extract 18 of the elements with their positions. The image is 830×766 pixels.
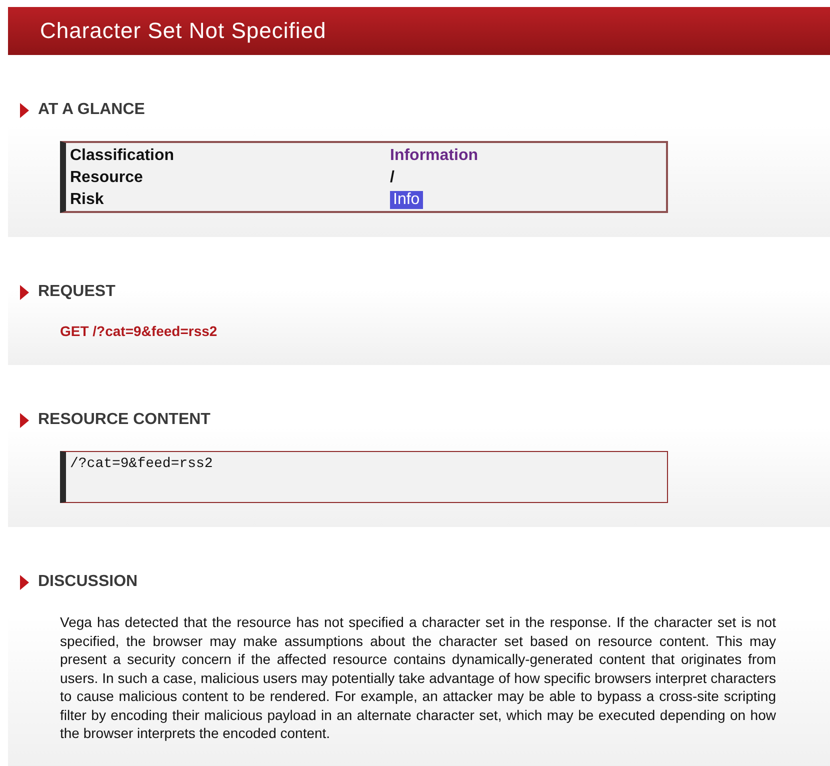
page-title: Character Set Not Specified <box>8 7 830 55</box>
triangle-icon <box>20 412 29 428</box>
request-line: GET /?cat=9&feed=rss2 <box>60 323 218 339</box>
risk-badge: Info <box>390 191 423 209</box>
discussion-text: Vega has detected that the resource has not specified a character set in the response. If the character set is not specified, the browser may make assumptions about the character set based on resource content. This may present a security concern if the affected resource contains dynamically-generated content that originates from users. In such a case, malicious users may potentially take advantage of how specific browsers interpret characters to cause malicious content to be rendered. For example, an attacker may be able to bypass a cross-site scripting filter by encoding their malicious payload in an alternate character set, which may be executed depending on how the browser interprets the encoded content. <box>60 613 776 742</box>
triangle-icon <box>20 102 29 118</box>
section-heading: AT A GLANCE <box>38 101 145 119</box>
field-label: Risk <box>70 191 105 209</box>
field-label: Classification <box>70 147 176 165</box>
field-label: Resource <box>70 169 144 187</box>
section-heading: RESOURCE CONTENT <box>38 411 210 429</box>
code-block: /?cat=9&feed=rss2 <box>60 451 668 503</box>
triangle-icon <box>20 574 29 590</box>
field-value: Information <box>390 147 478 165</box>
section-heading: REQUEST <box>38 283 116 301</box>
field-value: / <box>390 169 394 187</box>
section-heading: DISCUSSION <box>38 573 138 591</box>
triangle-icon <box>20 284 29 300</box>
